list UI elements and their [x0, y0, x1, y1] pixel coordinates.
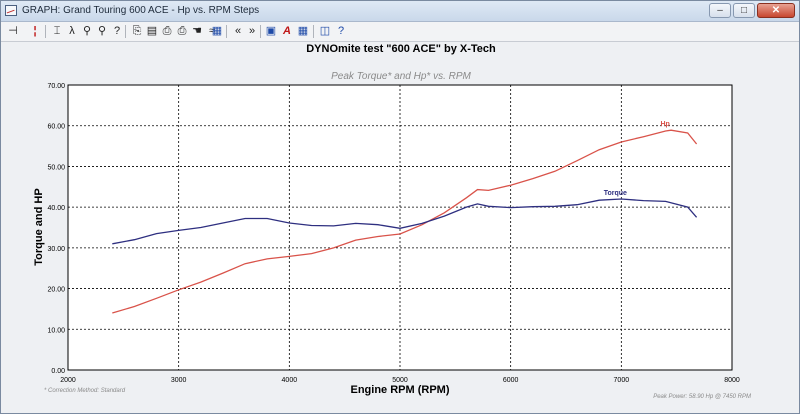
x-tick-label: 5000	[392, 377, 408, 384]
series-label-hp: Hp	[660, 121, 669, 128]
y-tick-label: 40.00	[47, 205, 65, 212]
x-tick-label: 6000	[503, 377, 519, 384]
y-tick-label: 50.00	[47, 164, 65, 171]
x-tick-labels: 2000 3000 4000 5000 6000 7000 8000	[60, 377, 740, 384]
y-tick-label: 70.00	[47, 83, 65, 90]
y-tick-labels: 0.00 10.00 20.00 30.00 40.00 50.00 60.00 70.00	[47, 83, 65, 375]
plot-area	[67, 84, 733, 371]
correction-method-note: * Correction Method: Standard	[44, 388, 126, 394]
peak-power-note: Peak Power: 58.90 Hp @ 7450 RPM	[653, 394, 751, 400]
graph-window: GRAPH: Grand Touring 600 ACE - Hp vs. RP…	[0, 0, 800, 414]
x-tick-label: 7000	[614, 377, 630, 384]
series-label-torque: Torque	[604, 190, 627, 197]
y-tick-label: 60.00	[47, 124, 65, 131]
x-tick-label: 2000	[60, 377, 76, 384]
y-tick-label: 10.00	[47, 327, 65, 334]
x-tick-label: 4000	[282, 377, 298, 384]
y-tick-label: 30.00	[47, 246, 65, 253]
y-tick-label: 20.00	[47, 287, 65, 294]
dyno-chart: 2000 3000 4000 5000 6000 7000 8000 0.00 10.00 20…	[33, 83, 740, 396]
y-axis-label: Torque and HP	[33, 188, 45, 265]
x-axis-label: Engine RPM (RPM)	[351, 384, 450, 396]
y-tick-label: 0.00	[51, 368, 65, 375]
x-tick-label: 3000	[171, 377, 187, 384]
x-tick-label: 8000	[724, 377, 740, 384]
